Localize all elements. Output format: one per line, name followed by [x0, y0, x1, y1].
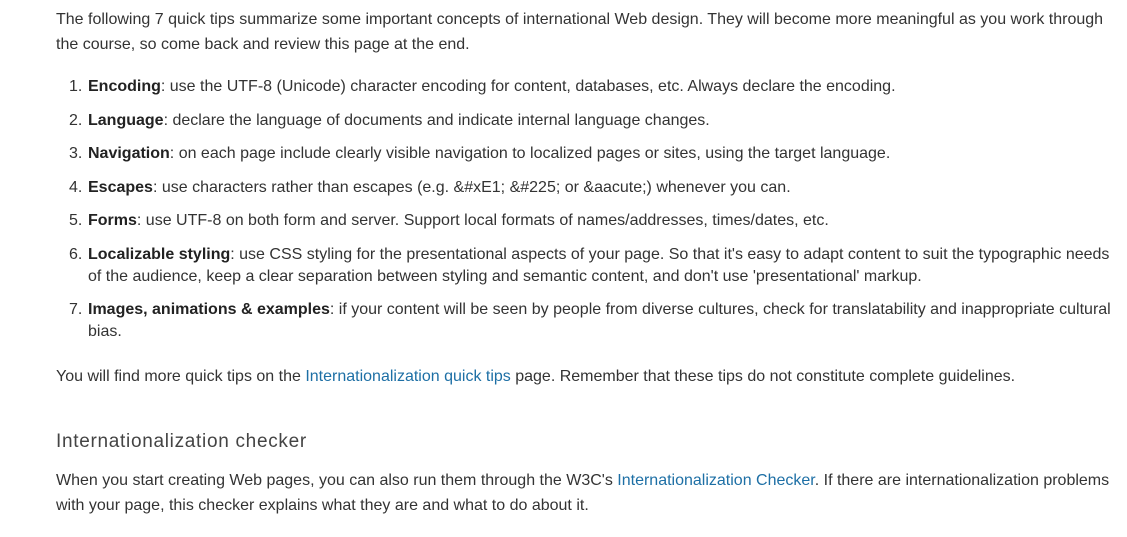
- tip-term: Navigation: [88, 145, 170, 162]
- list-number: 7.: [69, 301, 83, 318]
- list-number: 3.: [69, 145, 83, 162]
- tip-text: : use characters rather than escapes (e.…: [152, 178, 791, 196]
- tip-term: Language: [88, 111, 164, 129]
- list-number: 4.: [69, 178, 83, 196]
- list-item: 3. Navigation: on each page include clea…: [56, 143, 1118, 165]
- more-text-after: page. Remember that these tips do not co…: [510, 368, 1016, 385]
- checker-link[interactable]: Internationalization Checker: [617, 472, 814, 489]
- quick-tips-list: 1. Encoding: use the UTF-8 (Unicode) cha…: [56, 76, 1118, 355]
- tip-text: : use CSS styling for the presentational…: [88, 245, 1110, 285]
- list-number: 5.: [69, 212, 83, 229]
- list-item: 5. Forms: use UTF-8 on both form and ser…: [56, 210, 1118, 232]
- list-item: 4. Escapes: use characters rather than e…: [56, 177, 1118, 199]
- more-tips-paragraph: You will find more quick tips on the Int…: [56, 366, 1116, 388]
- intro-paragraph: The following 7 quick tips summarize som…: [56, 11, 1104, 53]
- tip-term: Encoding: [88, 78, 161, 95]
- checker-heading: Internationalization checker: [56, 431, 307, 452]
- checker-text-before: When you start creating Web pages, you c…: [56, 472, 618, 489]
- tip-term: Forms: [88, 212, 137, 229]
- quick-tips-link[interactable]: Internationalization quick tips: [305, 368, 510, 385]
- tip-text: : use the UTF-8 (Unicode) character enco…: [160, 78, 896, 95]
- list-item: 6. Localizable styling: use CSS styling …: [56, 244, 1118, 288]
- list-number: 1.: [69, 78, 83, 95]
- tip-text: : declare the language of documents and …: [163, 111, 710, 129]
- tip-text: : use UTF-8 on both form and server. Sup…: [136, 212, 829, 229]
- list-number: 2.: [69, 111, 83, 129]
- tip-term: Localizable styling: [88, 245, 231, 263]
- more-text-before: You will find more quick tips on the: [56, 368, 306, 385]
- tip-text: : on each page include clearly visible n…: [169, 145, 891, 162]
- checker-paragraph: When you start creating Web pages, you c…: [56, 468, 1116, 518]
- tip-term: Images, animations & examples: [88, 301, 330, 318]
- list-item: 7. Images, animations & examples: if you…: [56, 299, 1118, 343]
- tip-term: Escapes: [88, 178, 153, 196]
- list-item: 2. Language: declare the language of doc…: [56, 110, 1118, 132]
- list-item: 1. Encoding: use the UTF-8 (Unicode) cha…: [56, 76, 1118, 98]
- list-number: 6.: [69, 245, 83, 263]
